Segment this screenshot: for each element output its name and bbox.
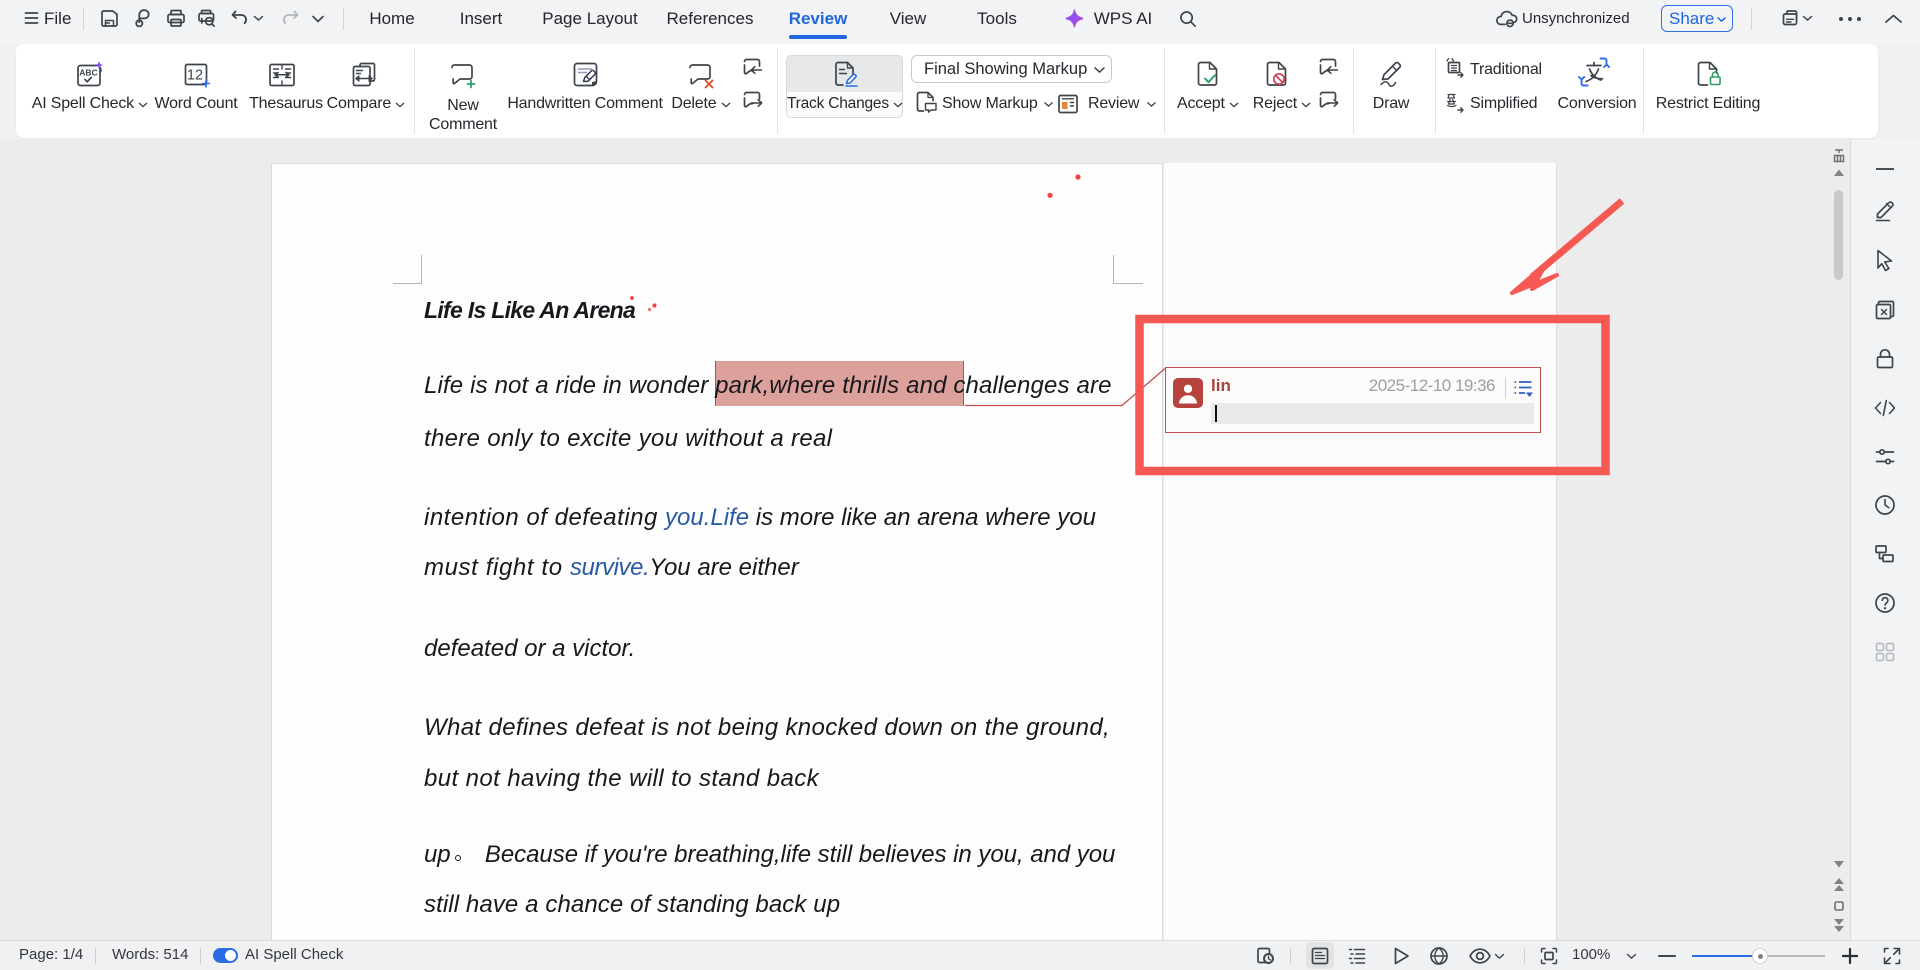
svg-text:12: 12 bbox=[187, 68, 203, 84]
svg-text:ABC: ABC bbox=[79, 68, 97, 78]
